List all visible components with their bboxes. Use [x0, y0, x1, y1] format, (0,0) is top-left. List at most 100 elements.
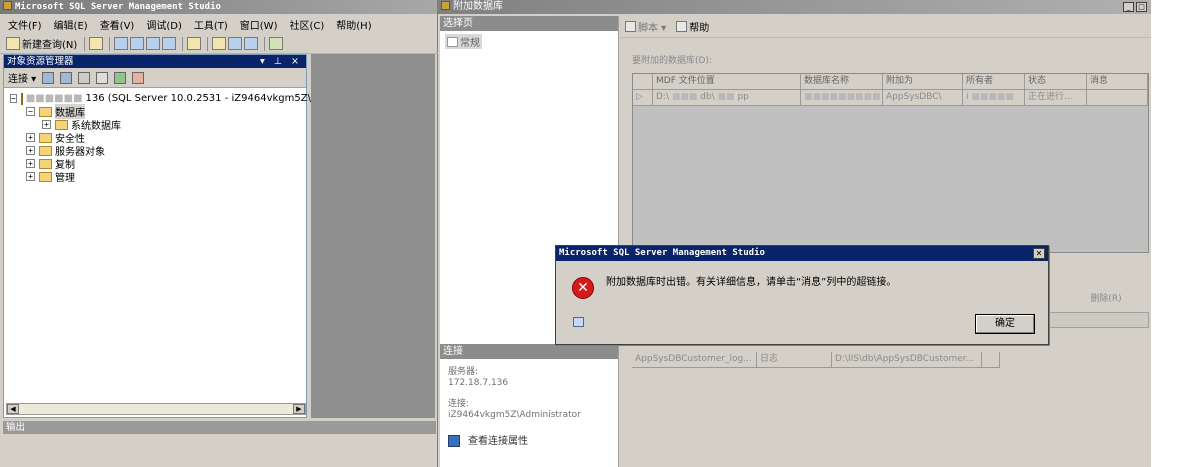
message-box-title: Microsoft SQL Server Management Studio [559, 248, 765, 258]
error-message-box: Microsoft SQL Server Management Studio ✕… [555, 245, 1049, 345]
page-general[interactable]: 常规 [445, 34, 482, 49]
object-explorer-title: 对象资源管理器 [7, 56, 74, 67]
attach-dialog-title: 附加数据库 [453, 1, 503, 12]
cell-owner[interactable]: i ■■■■■ [963, 90, 1025, 106]
copy-message-icon[interactable] [573, 317, 584, 327]
folder-icon [39, 158, 52, 169]
database-details-grid: AppSysDBCustomer_log... 日志 D:\IIS\db\App… [632, 352, 1002, 368]
help-button[interactable]: 帮助 [676, 19, 709, 34]
tree-node-server[interactable]: − ■■■■■■ 136 (SQL Server 10.0.2531 - iZ9… [4, 92, 346, 105]
window-controls: _ □ [1121, 2, 1147, 12]
refresh-icon[interactable] [114, 71, 127, 84]
remove-button[interactable]: 删除(R) [1076, 290, 1136, 308]
tree-node-security[interactable]: + 安全性 [4, 131, 306, 145]
connection-label: 连接: [448, 399, 470, 409]
cell-attach-as[interactable]: AppSysDBC\ [883, 90, 963, 106]
object-tree: − ■■■■■■ 136 (SQL Server 10.0.2531 - iZ9… [4, 88, 346, 184]
tree-node-management[interactable]: + 管理 [4, 170, 306, 184]
new-file-icon[interactable] [89, 37, 104, 50]
menu-debug[interactable]: 调试(D) [146, 17, 182, 32]
filter-icon[interactable] [96, 71, 109, 84]
menu-help[interactable]: 帮助(H) [336, 17, 371, 32]
collapse-icon[interactable]: − [26, 107, 35, 116]
menu-tools[interactable]: 工具(T) [194, 17, 228, 32]
folder-icon [39, 171, 52, 182]
main-title-bar: Microsoft SQL Server Management Studio [0, 0, 437, 14]
connect-dropdown[interactable]: 连接 ▾ [8, 70, 36, 85]
maximize-icon[interactable]: □ [1136, 2, 1147, 12]
expand-icon[interactable]: + [26, 146, 35, 155]
new-query-icon [6, 37, 20, 50]
xmla-query-icon[interactable] [162, 37, 177, 50]
disconnect-icon[interactable] [60, 71, 73, 84]
redacted-text: ■■■ [669, 92, 701, 102]
open-file-icon[interactable] [212, 37, 227, 50]
tree-node-system-databases[interactable]: + 系统数据库 [4, 118, 306, 132]
server-node-label: 136 (SQL Server 10.0.2531 - iZ9464vkgm5Z… [85, 93, 346, 104]
table-row[interactable]: ▷ D:\ ■■■ db\ ■■ pp ■■■■■■■■■ s AppSysDB… [633, 90, 1148, 106]
help-label: 帮助 [689, 23, 710, 34]
ssms-main-window: Microsoft SQL Server Management Studio 文… [0, 0, 438, 467]
database-engine-query-icon[interactable] [114, 37, 129, 50]
expand-icon[interactable]: + [42, 120, 51, 129]
mdf-path-part: D:\ [656, 92, 669, 102]
summary-icon[interactable] [132, 71, 145, 84]
menu-window[interactable]: 窗口(W) [240, 17, 278, 32]
col-message[interactable]: 消息 [1087, 74, 1148, 90]
expand-icon[interactable]: + [26, 133, 35, 142]
mdf-path-part: pp [737, 92, 749, 102]
menu-edit[interactable]: 编辑(E) [54, 17, 88, 32]
minimize-icon[interactable]: _ [1123, 2, 1134, 12]
attach-dialog-title-bar: 附加数据库 _ □ [438, 0, 1151, 14]
mdx-query-icon[interactable] [146, 37, 161, 50]
panel-pin-close-icons[interactable]: ▾ ⊥ × [260, 55, 306, 68]
management-label: 管理 [55, 173, 75, 184]
close-icon[interactable]: ✕ [1033, 248, 1045, 259]
tree-node-replication[interactable]: + 复制 [4, 157, 306, 171]
ssms-app-icon [3, 1, 12, 10]
dialog-toolbar: 脚本 ▾ 帮助 [621, 16, 1151, 38]
cell-database-name[interactable]: ■■■■■■■■■ s [801, 90, 883, 106]
col-database-name[interactable]: 数据库名称 [801, 74, 883, 90]
col-mdf-location[interactable]: MDF 文件位置 [653, 74, 801, 90]
folder-icon [55, 119, 68, 130]
cell-mdf-location[interactable]: D:\ ■■■ db\ ■■ pp [653, 90, 801, 106]
attach-database-dialog: 附加数据库 _ □ 选择页 常规 连接 服务器: 172.18.7.136 连接… [438, 0, 1151, 467]
analysis-query-icon[interactable] [130, 37, 145, 50]
cell-message[interactable] [1087, 90, 1148, 106]
print-icon[interactable] [244, 37, 259, 50]
connection-properties-icon [448, 435, 460, 447]
expand-icon[interactable]: + [26, 172, 35, 181]
script-button[interactable]: 脚本 ▾ [638, 19, 666, 34]
new-project-icon[interactable] [187, 37, 202, 50]
server-value: 172.18.7.136 [448, 378, 509, 388]
scroll-right-icon[interactable]: ▶ [293, 404, 305, 414]
row-header-corner [633, 74, 653, 90]
horizontal-scrollbar[interactable]: ◀ ▶ [6, 403, 306, 415]
table-row[interactable]: AppSysDBCustomer_log... 日志 D:\IIS\db\App… [632, 352, 1002, 368]
ok-button[interactable]: 确定 [975, 314, 1035, 334]
row-selector-icon: ▷ [633, 90, 653, 106]
view-connection-properties-link[interactable]: 查看连接属性 [448, 435, 618, 447]
menu-view[interactable]: 查看(V) [100, 17, 135, 32]
menu-community[interactable]: 社区(C) [289, 17, 324, 32]
connection-value: iZ9464vkgm5Z\Administrator [448, 410, 581, 420]
col-status[interactable]: 状态 [1025, 74, 1087, 90]
page-icon [447, 36, 458, 47]
col-owner[interactable]: 所有者 [963, 74, 1025, 90]
connect-icon[interactable] [42, 71, 55, 84]
new-query-button[interactable]: 新建查询(N) [6, 36, 77, 52]
tree-node-databases[interactable]: − 数据库 [4, 104, 306, 119]
activity-monitor-icon[interactable] [269, 37, 284, 50]
menu-file[interactable]: 文件(F) [8, 17, 42, 32]
save-icon[interactable] [228, 37, 243, 50]
collapse-icon[interactable]: − [10, 94, 17, 103]
expand-icon[interactable]: + [26, 159, 35, 168]
browse-button[interactable] [982, 352, 1000, 368]
scroll-left-icon[interactable]: ◀ [7, 404, 19, 414]
tree-node-server-objects[interactable]: + 服务器对象 [4, 144, 306, 158]
object-explorer-toolbar: 连接 ▾ [4, 68, 306, 88]
col-attach-as[interactable]: 附加为 [883, 74, 963, 90]
stop-icon[interactable] [78, 71, 91, 84]
connection-panel: 连接 服务器: 172.18.7.136 连接: iZ9464vkgm5Z\Ad… [440, 344, 619, 467]
